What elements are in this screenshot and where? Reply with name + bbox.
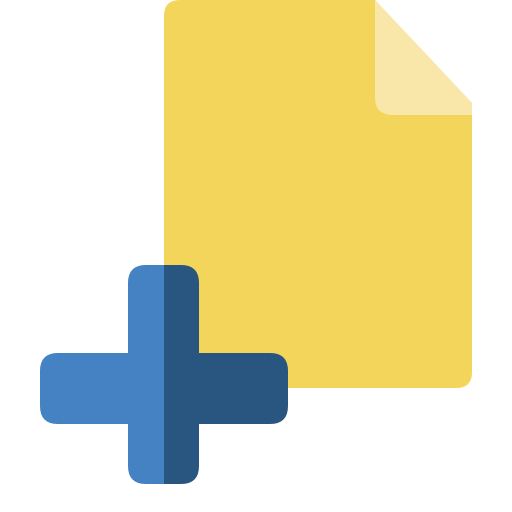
document-icon bbox=[164, 0, 472, 388]
document-fold bbox=[375, 0, 472, 115]
plus-left-half bbox=[40, 265, 164, 484]
add-file-icon bbox=[40, 0, 472, 484]
add-file-icon-stage bbox=[0, 0, 512, 512]
